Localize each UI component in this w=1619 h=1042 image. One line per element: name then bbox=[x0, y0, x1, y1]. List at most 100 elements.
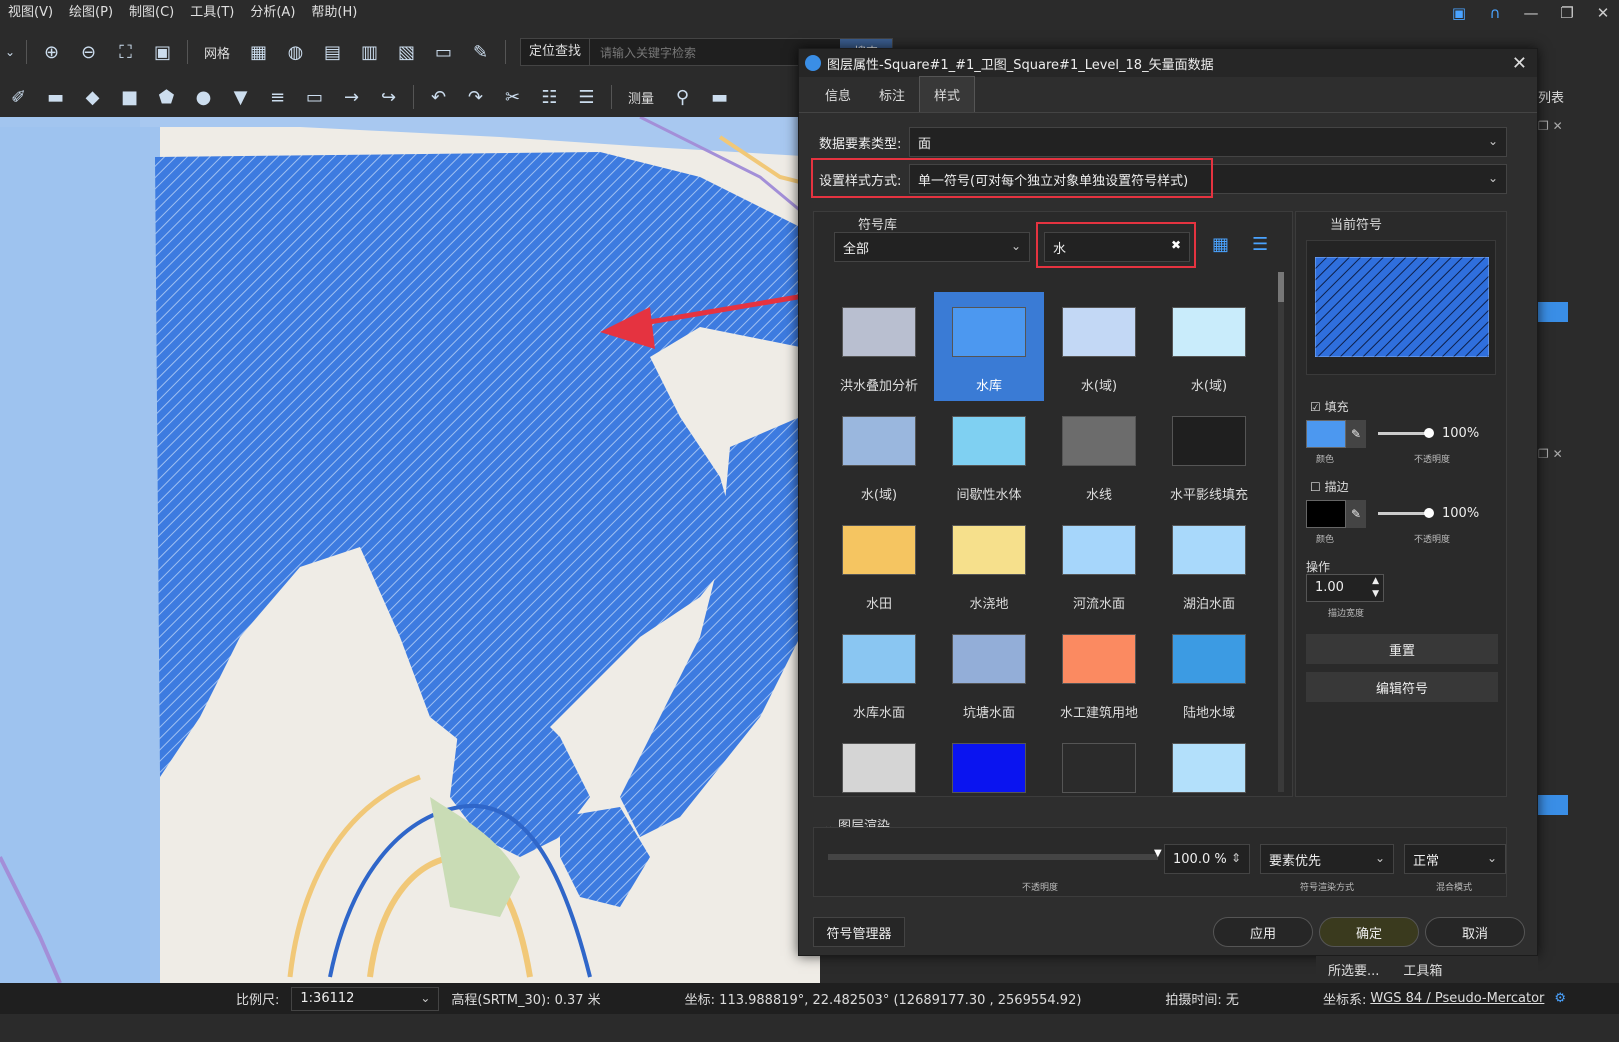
hook-icon[interactable]: ↪ bbox=[370, 81, 407, 113]
render-opacity-input[interactable]: 100.0 % ⇕ bbox=[1164, 844, 1250, 874]
menu-cartography[interactable]: 制图(C) bbox=[121, 0, 182, 26]
menu-help[interactable]: 帮助(H) bbox=[303, 0, 365, 26]
menu-analysis[interactable]: 分析(A) bbox=[242, 0, 303, 26]
zoom-in-icon[interactable]: ⊕ bbox=[33, 36, 70, 68]
symbol-item[interactable]: 陆地水域 bbox=[1154, 619, 1264, 728]
symbol-item[interactable] bbox=[824, 728, 934, 802]
measure-label[interactable]: 测量 bbox=[618, 88, 664, 107]
panel-restore-icon[interactable]: ❐ ✕ bbox=[1538, 119, 1563, 133]
symbol-item[interactable]: 水(域) bbox=[1044, 292, 1154, 401]
fill-color-swatch[interactable] bbox=[1306, 420, 1346, 448]
tab-toolbox[interactable]: 工具箱 bbox=[1391, 960, 1454, 979]
eyedropper-icon[interactable]: ✎ bbox=[1346, 420, 1366, 448]
square-icon[interactable]: ■ bbox=[111, 81, 148, 113]
panel-restore-icon-2[interactable]: ❐ ✕ bbox=[1538, 447, 1563, 461]
zoom-extent-icon[interactable]: ⛶ bbox=[107, 36, 144, 68]
render-opacity-slider[interactable] bbox=[828, 854, 1158, 860]
symbol-item[interactable]: 水库水面 bbox=[824, 619, 934, 728]
chat-icon[interactable]: ▣ bbox=[1443, 4, 1475, 22]
symbol-item[interactable]: 间歇性水体 bbox=[934, 401, 1044, 510]
stepper-arrows-icon[interactable]: ▲ ▼ bbox=[1372, 575, 1379, 601]
rectangle-icon[interactable]: ▬ bbox=[37, 81, 74, 113]
fill-opacity-handle[interactable] bbox=[1424, 428, 1434, 438]
symbol-item[interactable]: 河流水面 bbox=[1044, 510, 1154, 619]
symbol-manager-button[interactable]: 符号管理器 bbox=[813, 917, 905, 947]
scroll-indicator[interactable] bbox=[1538, 302, 1568, 322]
fill-opacity-slider[interactable] bbox=[1378, 432, 1428, 435]
stroke-width-stepper[interactable]: 1.00 ▲ ▼ bbox=[1306, 574, 1384, 602]
symbol-item[interactable]: 洪水叠加分析 bbox=[824, 292, 934, 401]
grid-icon[interactable]: ▦ bbox=[240, 36, 277, 68]
ok-button[interactable]: 确定 bbox=[1319, 917, 1419, 947]
symbol-item[interactable]: 湖泊水面 bbox=[1154, 510, 1264, 619]
list-view-icon[interactable]: ☰ bbox=[1252, 234, 1268, 255]
tab-style[interactable]: 样式 bbox=[919, 76, 976, 112]
map-canvas[interactable] bbox=[0, 117, 820, 983]
menu-draw[interactable]: 绘图(P) bbox=[61, 0, 121, 26]
apply-button[interactable]: 应用 bbox=[1213, 917, 1313, 947]
folder-icon[interactable]: ▭ bbox=[425, 36, 462, 68]
crs-link[interactable]: WGS 84 / Pseudo-Mercator bbox=[1370, 991, 1544, 1006]
headset-icon[interactable]: ∩ bbox=[1479, 4, 1511, 22]
close-window-button[interactable]: ✕ bbox=[1587, 4, 1619, 22]
menu-view[interactable]: 视图(V) bbox=[0, 0, 61, 26]
mgrs-icon[interactable]: ▥ bbox=[351, 36, 388, 68]
fill-checkbox[interactable]: ☑ 填充 bbox=[1310, 398, 1349, 415]
reset-button[interactable]: 重置 bbox=[1306, 634, 1498, 664]
render-opacity-handle[interactable]: ▼ bbox=[1154, 848, 1162, 859]
tab-info[interactable]: 信息 bbox=[811, 77, 865, 112]
symbol-item[interactable] bbox=[1154, 728, 1264, 802]
pin-icon[interactable]: ⚲ bbox=[664, 81, 701, 113]
locate-dropdown[interactable]: 定位查找 bbox=[521, 39, 591, 65]
gear-icon[interactable]: ⚙ bbox=[1554, 991, 1566, 1006]
circle-icon[interactable]: ● bbox=[185, 81, 222, 113]
close-icon[interactable]: ✕ bbox=[1512, 53, 1527, 74]
redo-icon[interactable]: ↷ bbox=[457, 81, 494, 113]
comment-icon[interactable]: ▭ bbox=[296, 81, 333, 113]
zoom-out-icon[interactable]: ⊖ bbox=[70, 36, 107, 68]
brush-icon[interactable]: ✎ bbox=[462, 36, 499, 68]
line-style-icon[interactable]: ≡ bbox=[259, 81, 296, 113]
scroll-indicator-2[interactable] bbox=[1538, 795, 1568, 815]
funnel-icon[interactable]: ▼ bbox=[222, 81, 259, 113]
stroke-opacity-slider[interactable] bbox=[1378, 512, 1428, 515]
symbol-item[interactable]: 坑塘水面 bbox=[934, 619, 1044, 728]
edit-symbol-button[interactable]: 编辑符号 bbox=[1306, 672, 1498, 702]
diamond-icon[interactable]: ◆ bbox=[74, 81, 111, 113]
symbol-item[interactable]: 水(域) bbox=[824, 401, 934, 510]
menu-tools[interactable]: 工具(T) bbox=[182, 0, 242, 26]
symbol-item[interactable]: 水浇地 bbox=[934, 510, 1044, 619]
tab-selected-features[interactable]: 所选要... bbox=[1316, 960, 1391, 979]
maximize-button[interactable]: ❐ bbox=[1551, 4, 1583, 22]
grid-view-icon[interactable]: ▦ bbox=[1212, 234, 1229, 255]
tab-label[interactable]: 标注 bbox=[865, 77, 919, 112]
kml-icon[interactable]: ▤ bbox=[314, 36, 351, 68]
ruler-icon[interactable]: ▬ bbox=[701, 81, 738, 113]
grid-label[interactable]: 网格 bbox=[194, 43, 240, 62]
symbol-lib-select[interactable]: 全部 ⌄ bbox=[834, 232, 1030, 262]
scale-select[interactable]: 1:36112 ⌄ bbox=[291, 986, 440, 1011]
symbol-item[interactable]: 水平影线填充 bbox=[1154, 401, 1264, 510]
scissors-icon[interactable]: ✂ bbox=[494, 81, 531, 113]
render-mode-select[interactable]: 要素优先 ⌄ bbox=[1260, 844, 1394, 874]
list-label[interactable]: 列表 bbox=[1538, 87, 1564, 106]
symbol-item[interactable]: 水(域) bbox=[1154, 292, 1264, 401]
eyedropper-icon[interactable]: ✎ bbox=[1346, 500, 1366, 528]
pen-icon[interactable]: ✐ bbox=[0, 81, 37, 113]
cancel-button[interactable]: 取消 bbox=[1425, 917, 1525, 947]
stroke-color-swatch[interactable] bbox=[1306, 500, 1346, 528]
symbol-item[interactable] bbox=[934, 728, 1044, 802]
pentagon-icon[interactable]: ⬟ bbox=[148, 81, 185, 113]
globe-icon[interactable]: ◍ bbox=[277, 36, 314, 68]
list-icon[interactable]: ☰ bbox=[568, 81, 605, 113]
symbol-item[interactable]: 水线 bbox=[1044, 401, 1154, 510]
data-type-select[interactable]: 面 ⌄ bbox=[909, 127, 1507, 157]
stroke-opacity-handle[interactable] bbox=[1424, 508, 1434, 518]
symbol-item[interactable]: 水工建筑用地 bbox=[1044, 619, 1154, 728]
arrow-icon[interactable]: → bbox=[333, 81, 370, 113]
scrollbar[interactable] bbox=[1278, 272, 1284, 792]
symbol-item[interactable] bbox=[1044, 728, 1154, 802]
symbol-item[interactable]: 水田 bbox=[824, 510, 934, 619]
blend-mode-select[interactable]: 正常 ⌄ bbox=[1404, 844, 1506, 874]
undo-icon[interactable]: ↶ bbox=[420, 81, 457, 113]
